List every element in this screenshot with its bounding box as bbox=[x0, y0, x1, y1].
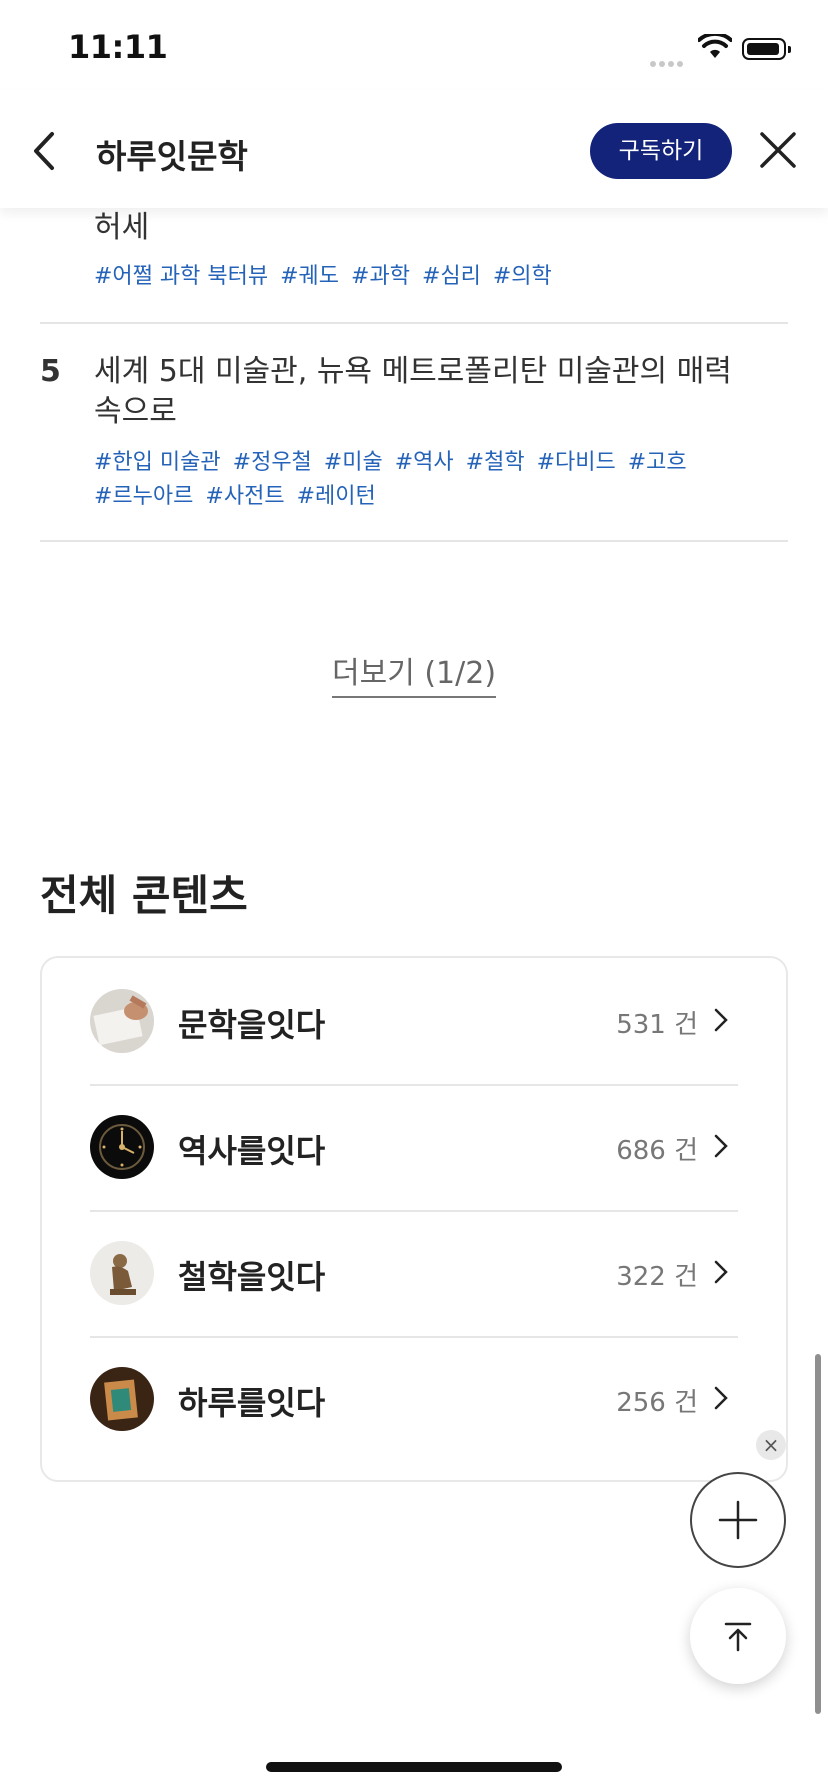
tag-link[interactable]: #고흐 bbox=[628, 450, 687, 475]
category-label: 하루를잇다 bbox=[178, 1384, 326, 1422]
category-row-literature[interactable]: 문학을잇다 531 건 bbox=[90, 958, 738, 1084]
tag-link[interactable]: #과학 bbox=[351, 264, 410, 289]
status-time: 11:11 bbox=[68, 28, 168, 66]
back-arrow-icon[interactable] bbox=[30, 130, 58, 176]
subscribe-button[interactable]: 구독하기 bbox=[590, 123, 732, 179]
daily-thumb-icon bbox=[90, 1367, 154, 1431]
tag-link[interactable]: #사전트 bbox=[205, 484, 284, 509]
dismiss-fab-icon[interactable]: × bbox=[756, 1430, 786, 1460]
category-count: 531 건 bbox=[616, 1010, 698, 1040]
category-count: 686 건 bbox=[616, 1136, 698, 1166]
cellular-signal-icon bbox=[650, 52, 686, 71]
literature-thumb-icon bbox=[90, 989, 154, 1053]
chevron-right-icon bbox=[714, 1260, 728, 1288]
category-count: 322 건 bbox=[616, 1262, 698, 1292]
chevron-right-icon bbox=[714, 1134, 728, 1162]
list-divider bbox=[40, 322, 788, 324]
plus-icon bbox=[718, 1500, 758, 1540]
tag-link[interactable]: #미술 bbox=[324, 450, 383, 475]
tag-link[interactable]: #심리 bbox=[422, 264, 481, 289]
article-tags: #어쩔 과학 북터뷰 #궤도 #과학 #심리 #의학 bbox=[94, 260, 744, 294]
category-label: 역사를잇다 bbox=[178, 1132, 326, 1170]
article-title[interactable]: 허세 bbox=[94, 208, 744, 248]
chevron-right-icon bbox=[714, 1386, 728, 1414]
article-tags: #한입 미술관 #정우철 #미술 #역사 #철학 #다비드 #고흐 #르누아르 #사전트 #레이턴 bbox=[94, 446, 744, 514]
add-fab-button[interactable] bbox=[690, 1472, 786, 1568]
category-row-daily[interactable]: 하루를잇다 256 건 bbox=[90, 1336, 738, 1462]
page-title: 하루잇문학 bbox=[96, 137, 248, 176]
top-navigation-bar: 하루잇문학 구독하기 bbox=[0, 90, 828, 208]
list-divider bbox=[40, 540, 788, 542]
tag-link[interactable]: #레이턴 bbox=[297, 484, 376, 509]
history-thumb-icon bbox=[90, 1115, 154, 1179]
close-icon[interactable] bbox=[758, 130, 798, 174]
tag-link[interactable]: #역사 bbox=[395, 450, 454, 475]
section-title: 전체 콘텐츠 bbox=[40, 871, 248, 920]
tag-link[interactable]: #르누아르 bbox=[94, 484, 193, 509]
category-label: 철학을잇다 bbox=[178, 1258, 326, 1296]
category-label: 문학을잇다 bbox=[178, 1006, 326, 1044]
tag-link[interactable]: #철학 bbox=[466, 450, 525, 475]
tag-link[interactable]: #다비드 bbox=[537, 450, 616, 475]
tag-link[interactable]: #어쩔 과학 북터뷰 bbox=[94, 264, 268, 289]
scroll-to-top-button[interactable] bbox=[690, 1588, 786, 1684]
category-row-philosophy[interactable]: 철학을잇다 322 건 bbox=[90, 1210, 738, 1336]
tag-link[interactable]: #정우철 bbox=[233, 450, 312, 475]
category-row-history[interactable]: 역사를잇다 686 건 bbox=[90, 1084, 738, 1210]
philosophy-thumb-icon bbox=[90, 1241, 154, 1305]
chevron-right-icon bbox=[714, 1008, 728, 1036]
load-more-button[interactable]: 더보기 (1/2) bbox=[332, 648, 497, 698]
wifi-icon bbox=[697, 31, 733, 64]
home-indicator bbox=[266, 1762, 562, 1772]
article-title[interactable]: 세계 5대 미술관, 뉴욕 메트로폴리탄 미술관의 매력 속으로 bbox=[94, 352, 744, 432]
scrollbar[interactable] bbox=[815, 1354, 821, 1714]
category-card: 문학을잇다 531 건 역사를잇다 686 건 철학을잇다 322 건 하루를잇… bbox=[40, 956, 788, 1482]
tag-link[interactable]: #궤도 bbox=[280, 264, 339, 289]
article-rank: 5 bbox=[40, 354, 61, 389]
tag-link[interactable]: #의학 bbox=[493, 264, 552, 289]
arrow-up-icon bbox=[724, 1622, 752, 1652]
battery-icon bbox=[742, 38, 791, 60]
category-count: 256 건 bbox=[616, 1388, 698, 1418]
tag-link[interactable]: #한입 미술관 bbox=[94, 450, 221, 475]
